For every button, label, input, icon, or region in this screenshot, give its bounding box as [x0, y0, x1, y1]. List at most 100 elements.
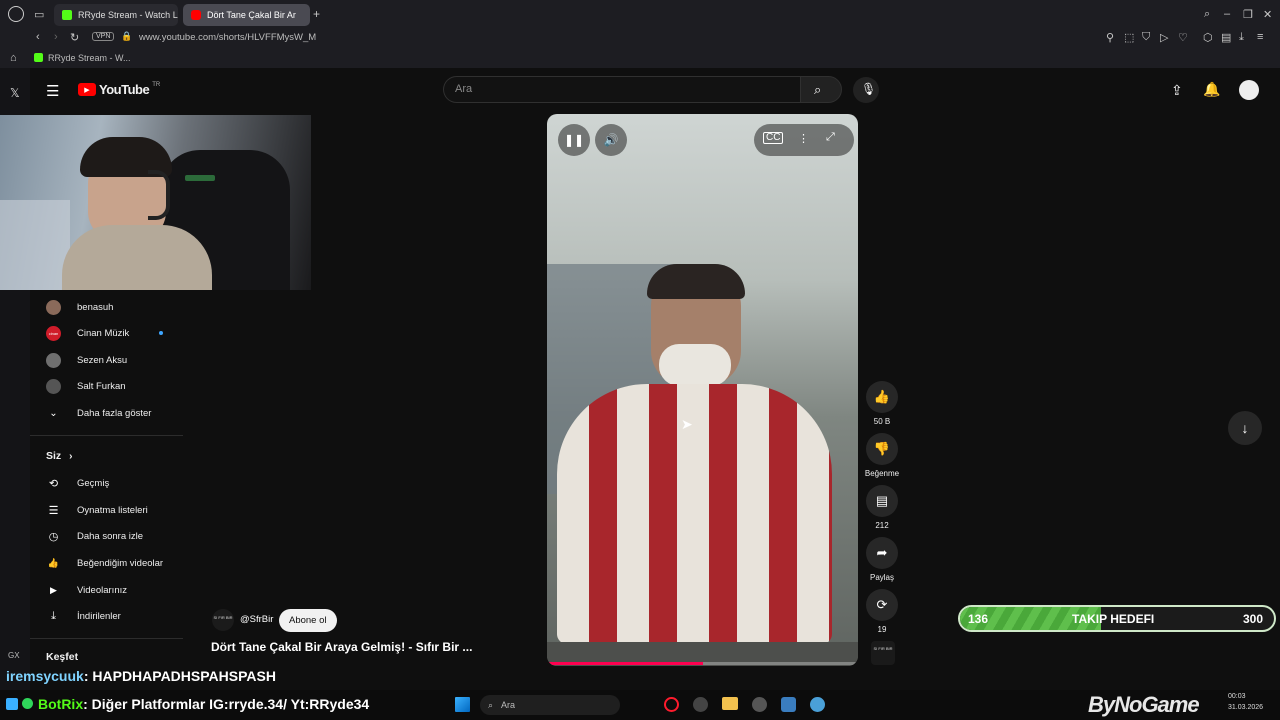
sidebar-item-sezen-aksu[interactable]: Sezen Aksu: [46, 347, 127, 373]
extensions-icon[interactable]: ⬡: [1203, 31, 1213, 44]
heart-icon[interactable]: ♡: [1178, 31, 1188, 44]
comment-icon[interactable]: ▤: [866, 485, 898, 517]
restore-icon[interactable]: ❐: [1243, 8, 1253, 21]
channel-name[interactable]: @SfrBir: [240, 614, 273, 625]
sound-thumbnail[interactable]: SI FIR BIR: [871, 641, 895, 665]
sidebar-item-history[interactable]: ⟲ Geçmiş: [46, 470, 109, 496]
browser-tab-bar: ▭ RRyde Stream - Watch Liv Dört Tane Çak…: [0, 0, 1280, 28]
webcam-overlay: [0, 115, 311, 290]
gx-label[interactable]: GX: [8, 651, 20, 660]
share-icon[interactable]: ➦: [866, 537, 898, 569]
windows-start-icon[interactable]: [455, 697, 470, 712]
sidebar-item-liked-videos[interactable]: 👍 Beğendiğim videolar: [46, 550, 163, 576]
subscribe-button[interactable]: Abone ol: [279, 609, 337, 632]
thumbs-down-icon[interactable]: 👎: [866, 433, 898, 465]
volume-icon: 🔊: [603, 133, 619, 147]
hamburger-menu-icon[interactable]: ☰: [46, 82, 59, 100]
tab-youtube-short[interactable]: Dört Tane Çakal Bir Ar: [183, 4, 310, 26]
sidebar-icon[interactable]: ▤: [1221, 31, 1231, 44]
thumbs-up-icon[interactable]: 👍: [866, 381, 898, 413]
channel-avatar[interactable]: SI FIR BIR: [212, 609, 234, 631]
reload-icon[interactable]: ↻: [70, 31, 79, 44]
new-tab-button[interactable]: +: [313, 7, 320, 21]
sidebar-item-label: Sezen Aksu: [77, 354, 128, 366]
dislike-action[interactable]: 👎 Beğenme: [865, 433, 899, 478]
app-icon[interactable]: [810, 697, 825, 712]
more-options-icon[interactable]: ⋮: [798, 132, 809, 145]
short-title[interactable]: Dört Tane Çakal Bir Araya Gelmiş! - Sıfı…: [211, 640, 472, 654]
captions-icon[interactable]: CC: [763, 132, 784, 144]
url-field[interactable]: www.youtube.com/shorts/HLVFFMysW_M: [139, 32, 316, 43]
share-action[interactable]: ➦ Paylaş: [866, 537, 898, 582]
sidebar-item-cinan-muzik[interactable]: cinan Cinan Müzik: [46, 320, 129, 346]
streamer-hoodie: [62, 225, 212, 290]
back-icon[interactable]: ‹: [36, 31, 40, 43]
tab-title: RRyde Stream - Watch Liv: [78, 10, 178, 20]
shield-icon[interactable]: ⛉: [1142, 31, 1150, 44]
sidebar-item-label: İndirilenler: [77, 610, 121, 622]
file-explorer-icon[interactable]: [722, 697, 738, 710]
app-icon[interactable]: [781, 697, 796, 712]
comments-action[interactable]: ▤ 212: [866, 485, 898, 530]
search-input[interactable]: Ara: [443, 76, 800, 103]
app-icon[interactable]: [693, 697, 708, 712]
snapshot-icon[interactable]: ⬚: [1124, 31, 1134, 44]
progress-track[interactable]: [547, 662, 858, 665]
kick-favicon-icon: [34, 53, 43, 62]
radiator: [0, 200, 70, 290]
menu-icon[interactable]: ≡: [1257, 31, 1263, 43]
notifications-icon[interactable]: 🔔: [1203, 81, 1220, 98]
sidebar-item-your-videos[interactable]: ▶ Videolarınız: [46, 577, 127, 603]
search-button[interactable]: ⌕: [800, 76, 842, 103]
show-more-button[interactable]: ⌄ Daha fazla göster: [46, 400, 151, 426]
like-action[interactable]: 👍 50 B: [866, 381, 898, 426]
x-twitter-icon[interactable]: 𝕏: [10, 86, 20, 100]
pause-button[interactable]: ❚❚: [558, 124, 590, 156]
bookmark-rryde[interactable]: RRyde Stream - W...: [48, 53, 131, 63]
follow-goal-widget: 136 TAKIP HEDEFI 300: [958, 605, 1276, 632]
goal-label: TAKIP HEDEFI: [1072, 612, 1155, 626]
taskbar-search[interactable]: ⌕ Ara: [480, 695, 620, 715]
fullscreen-icon[interactable]: ⤢: [826, 131, 835, 144]
vpn-badge[interactable]: VPN: [92, 32, 115, 41]
tab-list-icon[interactable]: ▭: [34, 8, 44, 21]
like-icon: 👍: [47, 557, 60, 568]
channel-avatar: [46, 378, 61, 394]
sidebar-item-salt-furkan[interactable]: Salt Furkan: [46, 373, 126, 399]
avatar[interactable]: [1239, 80, 1259, 100]
play-icon[interactable]: ▷: [1160, 31, 1168, 44]
volume-button[interactable]: 🔊: [595, 124, 627, 156]
search-tabs-icon[interactable]: ⌕: [1204, 8, 1210, 21]
youtube-logo[interactable]: ▶ YouTube TR: [78, 82, 160, 97]
close-window-icon[interactable]: ✕: [1263, 8, 1272, 21]
sidebar-item-playlists[interactable]: ☰ Oynatma listeleri: [46, 497, 148, 523]
opera-menu-icon[interactable]: [8, 6, 24, 22]
obs-icon[interactable]: [752, 697, 767, 712]
playlist-icon: ☰: [48, 504, 59, 517]
next-short-button[interactable]: ↓: [1228, 411, 1262, 445]
upload-icon[interactable]: ⇪: [1171, 82, 1183, 99]
forward-icon[interactable]: ›: [54, 31, 58, 43]
shorts-video-player[interactable]: ❚❚ 🔊 CC ⋮ ⤢ ➤: [547, 114, 858, 666]
you-section-header[interactable]: Siz ›: [46, 450, 73, 462]
remix-action[interactable]: ⟳ 19: [866, 589, 898, 634]
pause-icon: ❚❚: [563, 133, 585, 147]
voice-search-button[interactable]: 🎙: [853, 77, 879, 103]
chair-logo: [185, 175, 215, 181]
download-icon[interactable]: ⤓: [1239, 31, 1244, 44]
opera-gx-icon[interactable]: [664, 697, 679, 712]
bookmarks-icon[interactable]: ⌂: [10, 52, 17, 64]
search-icon: ⌕: [488, 699, 494, 710]
remix-icon[interactable]: ⟳: [866, 589, 898, 621]
sidebar-item-watch-later[interactable]: ◷ Daha sonra izle: [46, 523, 143, 549]
kick-favicon-icon: [62, 10, 72, 20]
sidebar-item-downloads[interactable]: ⤓ İndirilenler: [46, 603, 121, 629]
explore-section-header[interactable]: Keşfet: [46, 651, 78, 663]
pin-icon[interactable]: ⚲: [1106, 31, 1114, 44]
sidebar-item-benasuh[interactable]: benasuh: [46, 294, 113, 320]
minimize-icon[interactable]: –: [1224, 8, 1230, 20]
sidebar-item-label: Videolarınız: [77, 584, 127, 596]
bookmark-bar: ⌂ RRyde Stream - W...: [0, 48, 1280, 68]
like-count: 50 B: [873, 417, 891, 426]
tab-rryde-stream[interactable]: RRyde Stream - Watch Liv: [54, 4, 178, 26]
